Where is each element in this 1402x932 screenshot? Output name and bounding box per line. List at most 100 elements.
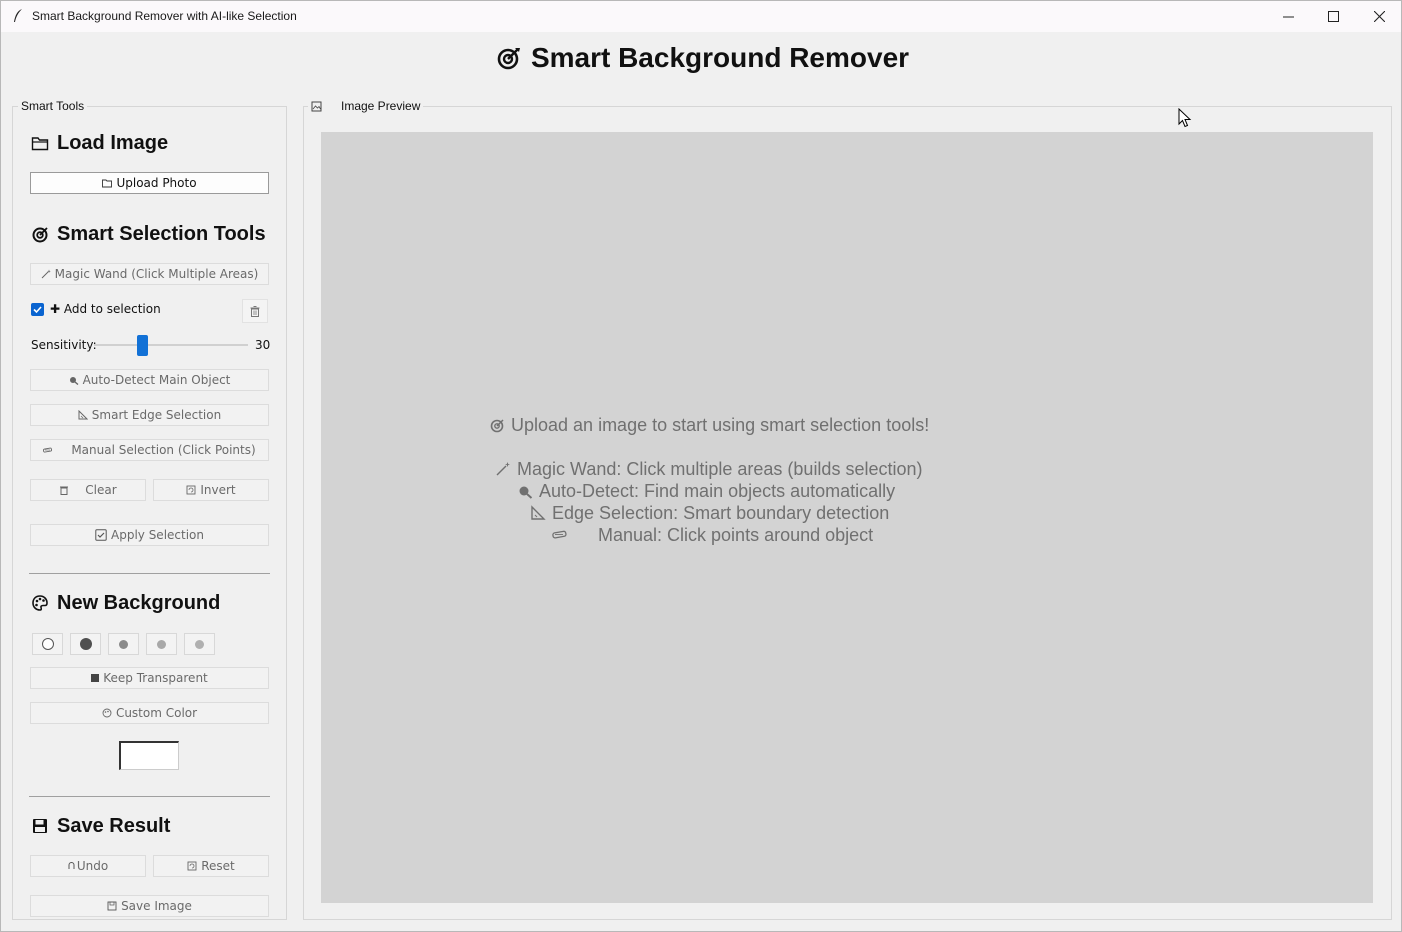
triangle-ruler-icon: [78, 410, 88, 420]
target-icon: [32, 227, 48, 243]
close-button[interactable]: [1356, 1, 1402, 32]
save-result-title: Save Result: [57, 815, 171, 837]
palette-icon: [102, 708, 112, 718]
tip-edge-selection-text: Edge Selection: Smart boundary detection: [552, 503, 890, 523]
magic-wand-icon: [496, 462, 510, 476]
reset-icon: [187, 861, 197, 871]
invert-icon: [186, 485, 196, 495]
magic-wand-label: Magic Wand (Click Multiple Areas): [54, 267, 259, 281]
edge-selection-label: Smart Edge Selection: [91, 408, 222, 422]
image-canvas[interactable]: Upload an image to start using smart sel…: [321, 132, 1373, 903]
silver-circle-icon: [195, 639, 204, 649]
manual-selection-button[interactable]: Manual Selection (Click Points): [30, 439, 269, 461]
undo-button[interactable]: Undo: [30, 855, 146, 877]
swatch-dark-gray[interactable]: [70, 633, 101, 655]
save-result-heading: Save Result: [31, 815, 170, 838]
maximize-button[interactable]: [1310, 1, 1356, 32]
custom-color-preview: [119, 741, 179, 770]
tip-manual: Manual: Click points around object: [552, 525, 873, 546]
reset-button[interactable]: Reset: [153, 855, 269, 877]
auto-detect-button[interactable]: Auto-Detect Main Object: [30, 369, 269, 391]
invert-label: Invert: [200, 483, 236, 497]
tip-auto-detect: Auto-Detect: Find main objects automatic…: [517, 481, 895, 502]
title-bar: Smart Background Remover with AI-like Se…: [1, 1, 1401, 32]
load-image-title: Load Image: [57, 132, 169, 154]
triangle-ruler-icon: [531, 505, 546, 520]
dark-circle-icon: [79, 638, 92, 650]
swatch-white[interactable]: [32, 633, 63, 655]
square-icon: [91, 674, 100, 682]
app-heading-text: Smart Background Remover: [530, 42, 910, 73]
clear-button[interactable]: Clear: [30, 479, 146, 501]
sensitivity-slider-thumb[interactable]: [137, 335, 148, 356]
floppy-disk-icon: [107, 901, 117, 911]
magnifier-icon: [69, 377, 79, 385]
image-preview-legend: Image Preview: [308, 99, 424, 113]
trash-icon: [60, 486, 69, 495]
minimize-icon: [1282, 16, 1294, 18]
undo-arrow-icon: [68, 862, 75, 869]
tip-magic-wand: Magic Wand: Click multiple areas (builds…: [495, 459, 922, 480]
separator: [29, 796, 270, 797]
sensitivity-slider[interactable]: [94, 344, 248, 346]
smart-tools-label: Smart Tools: [18, 99, 88, 113]
target-icon: [490, 419, 504, 433]
clear-label: Clear: [85, 483, 117, 497]
feather-icon: [14, 9, 22, 22]
custom-color-label: Custom Color: [115, 706, 198, 720]
separator: [29, 573, 270, 574]
checkbox-icon: [95, 529, 107, 541]
placeholder-title-text: Upload an image to start using smart sel…: [511, 415, 930, 435]
minimize-button[interactable]: [1265, 1, 1311, 32]
apply-selection-button[interactable]: Apply Selection: [30, 524, 269, 546]
edge-selection-button[interactable]: Smart Edge Selection: [30, 404, 269, 426]
window-title: Smart Background Remover with AI-like Se…: [32, 9, 297, 23]
sensitivity-label: Sensitivity:: [31, 338, 97, 352]
add-to-selection-checkbox[interactable]: [31, 303, 44, 316]
selection-tools-heading: Smart Selection Tools: [31, 223, 266, 246]
new-background-title: New Background: [57, 592, 221, 614]
magic-wand-icon: [41, 269, 51, 279]
load-image-heading: Load Image: [31, 132, 168, 155]
tip-magic-wand-text: Magic Wand: Click multiple areas (builds…: [517, 459, 923, 479]
image-preview-label: Image Preview: [341, 99, 421, 113]
swatch-gray[interactable]: [108, 633, 139, 655]
light-gray-circle-icon: [157, 639, 166, 649]
tip-edge-selection: Edge Selection: Smart boundary detection: [530, 503, 889, 524]
maximize-icon: [1327, 11, 1339, 22]
undo-label: Undo: [76, 859, 109, 873]
folder-icon: [31, 137, 49, 151]
save-image-button[interactable]: Save Image: [30, 895, 269, 917]
close-icon: [1373, 11, 1385, 22]
tip-auto-detect-text: Auto-Detect: Find main objects automatic…: [539, 481, 896, 501]
clear-selection-trash-button[interactable]: [242, 299, 268, 323]
add-to-selection-label: ✚ Add to selection: [50, 302, 161, 316]
save-image-label: Save Image: [121, 899, 192, 913]
white-circle-icon: [41, 638, 54, 650]
placeholder-title: Upload an image to start using smart sel…: [489, 415, 929, 436]
upload-photo-button[interactable]: Upload Photo: [30, 172, 269, 194]
target-icon: [497, 48, 520, 70]
keep-transparent-button[interactable]: Keep Transparent: [30, 667, 269, 689]
upload-photo-label: Upload Photo: [116, 176, 197, 190]
folder-icon: [102, 179, 113, 188]
gray-circle-icon: [119, 639, 128, 649]
swatch-light-gray[interactable]: [146, 633, 177, 655]
palette-icon: [32, 595, 48, 611]
pencil-icon: [552, 530, 567, 539]
custom-color-button[interactable]: Custom Color: [30, 702, 269, 724]
swatch-silver[interactable]: [184, 633, 215, 655]
auto-detect-label: Auto-Detect Main Object: [82, 373, 231, 387]
app-heading: Smart Background Remover: [1, 42, 1402, 74]
tip-manual-text: Manual: Click points around object: [598, 525, 874, 545]
app-window: Smart Background Remover with AI-like Se…: [0, 0, 1402, 932]
picture-icon: [311, 101, 322, 111]
invert-button[interactable]: Invert: [153, 479, 269, 501]
floppy-disk-icon: [33, 819, 47, 833]
manual-selection-label: Manual Selection (Click Points): [71, 443, 256, 457]
keep-transparent-label: Keep Transparent: [103, 671, 208, 685]
magic-wand-button[interactable]: Magic Wand (Click Multiple Areas): [30, 263, 269, 285]
reset-label: Reset: [201, 859, 235, 873]
magnifier-icon: [519, 486, 533, 499]
selection-tools-title: Smart Selection Tools: [57, 223, 266, 245]
